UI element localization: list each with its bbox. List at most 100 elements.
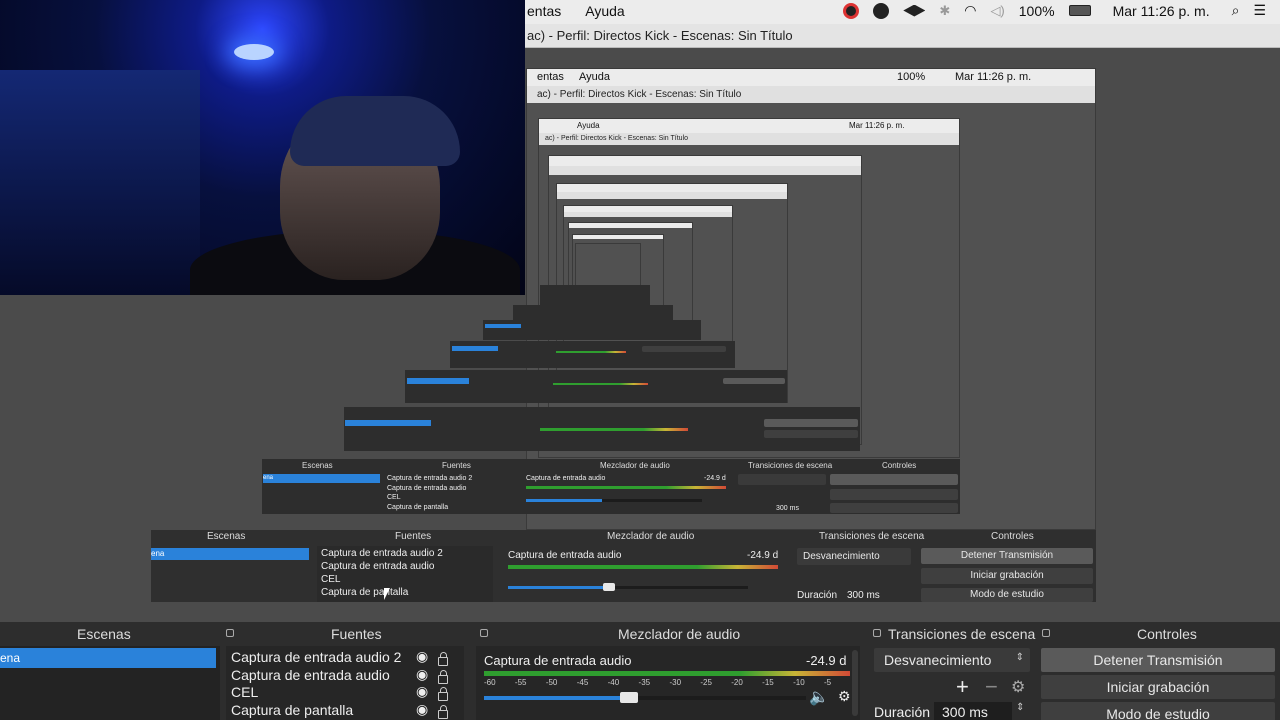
mixer-settings-icon[interactable]: ⚙	[838, 688, 851, 705]
source-item-audio2[interactable]: Captura de entrada audio 2	[231, 649, 401, 665]
nested-dock-2	[405, 370, 787, 403]
nested-source-row: Captura de entrada audio 2	[387, 475, 473, 482]
controls-panel: Detener Transmisión Iniciar grabación Mo…	[1040, 646, 1280, 720]
bluetooth-icon[interactable]: ✱	[939, 3, 950, 19]
eye-icon[interactable]: ◉	[416, 701, 428, 718]
menubar-menus: entas Ayuda	[527, 3, 625, 19]
notification-center-icon[interactable]: ☰	[1253, 2, 1266, 19]
nested-mixer-level: -24.9 d	[747, 550, 779, 561]
menu-item-ayuda[interactable]: Ayuda	[585, 3, 624, 19]
mixer-source-name: Captura de entrada audio	[484, 653, 632, 668]
volume-slider-knob[interactable]	[619, 692, 638, 703]
lock-icon[interactable]	[438, 670, 448, 684]
duration-value: 300 ms	[942, 704, 988, 720]
dock-float-icon[interactable]	[480, 629, 488, 637]
ceiling-light	[234, 44, 274, 60]
transition-settings-icon[interactable]: ⚙	[1011, 677, 1025, 697]
remove-transition-icon[interactable]: −	[985, 674, 998, 700]
duration-label: Duración	[874, 704, 931, 720]
transition-select[interactable]: Desvanecimiento ⇕	[874, 648, 1030, 672]
source-item-audio[interactable]: Captura de entrada audio	[231, 667, 390, 683]
meter-tick-label: -40	[607, 678, 620, 687]
wifi-icon[interactable]: ◠	[964, 2, 976, 19]
sources-dock-header: Fuentes	[331, 626, 382, 642]
nested-menu: entas	[537, 71, 564, 83]
source-item-screen[interactable]: Captura de pantalla	[231, 702, 353, 718]
meter-tick-label: -25	[700, 678, 712, 687]
lock-icon[interactable]	[438, 687, 448, 701]
meter-tick-label: -15	[762, 678, 774, 687]
nested-battery: 100%	[897, 71, 926, 83]
add-transition-icon[interactable]: +	[956, 674, 969, 700]
nested-transitions-header: Transiciones de escena	[819, 531, 925, 542]
speaker-icon[interactable]: 🔈	[809, 687, 829, 707]
streamer-cap	[290, 96, 460, 166]
nested-duration: 300 ms	[776, 505, 799, 512]
nested-dock-3	[450, 341, 735, 368]
meter-tick-label: -60	[484, 678, 496, 687]
nested-scene-selected: ena	[263, 474, 380, 483]
nested-clock: Mar 11:26 p. m.	[849, 121, 905, 130]
transition-select-value: Desvanecimiento	[884, 652, 992, 668]
nested-mixer-source: Captura de entrada audio	[526, 475, 606, 482]
nested-scene-selected: ena	[151, 548, 309, 560]
nested-scenes-header: Escenas	[207, 531, 246, 542]
nested-title: ac) - Perfil: Directos Kick - Escenas: S…	[539, 133, 959, 145]
mixer-level-readout: -24.9 d	[806, 653, 847, 668]
sources-list: Captura de entrada audio 2 Captura de en…	[226, 646, 464, 720]
meter-tick-label: -50	[545, 678, 558, 687]
lock-icon[interactable]	[438, 652, 448, 666]
audio-mixer: Captura de entrada audio -24.9 d -60 -55-…	[476, 646, 860, 720]
mouse-cursor	[384, 588, 396, 600]
eye-icon[interactable]: ◉	[416, 683, 428, 700]
duration-stepper-icon[interactable]: ⇕	[1016, 702, 1024, 713]
nested-source-row: CEL	[387, 494, 401, 501]
menu-item-herramientas[interactable]: entas	[527, 3, 561, 19]
stop-streaming-button[interactable]: Detener Transmisión	[1041, 648, 1275, 672]
nested-source-row: Captura de pantalla	[387, 503, 449, 511]
duration-input[interactable]: 300 ms	[934, 702, 1012, 720]
nested-dock-4	[483, 320, 701, 340]
meter-scale: -60 -55 -50 -45 -40 -35 -30 -25 -20 -15 -10 -5	[484, 678, 850, 688]
webcam-overlay	[0, 0, 525, 295]
dock-float-icon[interactable]	[226, 629, 234, 637]
nested-scene-selected	[345, 420, 431, 426]
start-recording-button[interactable]: Iniciar grabación	[1041, 675, 1275, 699]
nested-dock-large: Escenas Fuentes Mezclador de audio Trans…	[151, 530, 1096, 602]
nested-mixer-header: Mezclador de audio	[607, 531, 695, 542]
nested-menu: Ayuda	[579, 71, 610, 83]
dock-float-icon[interactable]	[873, 629, 881, 637]
mixer-dock-header: Mezclador de audio	[618, 626, 741, 642]
record-icon[interactable]	[843, 2, 860, 19]
app-diamond-icon[interactable]	[903, 4, 926, 17]
nested-duration-label: Duración	[797, 590, 838, 601]
source-item-cel[interactable]: CEL	[231, 684, 258, 700]
meter-tick-label: -30	[669, 678, 682, 687]
scene-item-selected[interactable]: ena	[0, 648, 216, 668]
nested-menu: Ayuda	[577, 121, 600, 130]
nested-source-row: Captura de pantalla	[321, 587, 409, 598]
nested-transition-combo: Desvanecimiento	[797, 548, 911, 565]
meter-tick-label: -20	[731, 678, 743, 687]
menubar-status: ✱ ◠ ◁) 100% Mar 11:26 p. m. ⌕ ☰	[843, 2, 1266, 19]
studio-mode-button[interactable]: Modo de estudio	[1041, 702, 1275, 720]
nested-clock: Mar 11:26 p. m.	[955, 71, 1032, 83]
audio-level-meter	[484, 671, 850, 676]
nested-source-row: Captura de entrada audio	[321, 561, 435, 572]
chevron-updown-icon: ⇕	[1015, 652, 1024, 663]
battery-percent[interactable]: 100%	[1019, 3, 1055, 19]
obs-icon[interactable]	[873, 2, 890, 19]
dock-float-icon[interactable]	[1042, 629, 1050, 637]
search-icon[interactable]: ⌕	[1232, 2, 1240, 19]
mixer-scrollbar[interactable]	[852, 650, 858, 716]
nested-mixer-source: Captura de entrada audio	[508, 550, 622, 561]
volume-icon[interactable]: ◁)	[990, 3, 1004, 19]
clock[interactable]: Mar 11:26 p. m.	[1113, 3, 1210, 19]
nested-source-row: Captura de entrada audio	[387, 484, 467, 492]
nested-source-row: CEL	[321, 574, 341, 585]
lock-icon[interactable]	[438, 705, 448, 719]
eye-icon[interactable]: ◉	[416, 666, 428, 683]
nested-duration-value: 300 ms	[847, 590, 880, 601]
eye-icon[interactable]: ◉	[416, 648, 428, 665]
battery-icon[interactable]	[1068, 5, 1091, 16]
